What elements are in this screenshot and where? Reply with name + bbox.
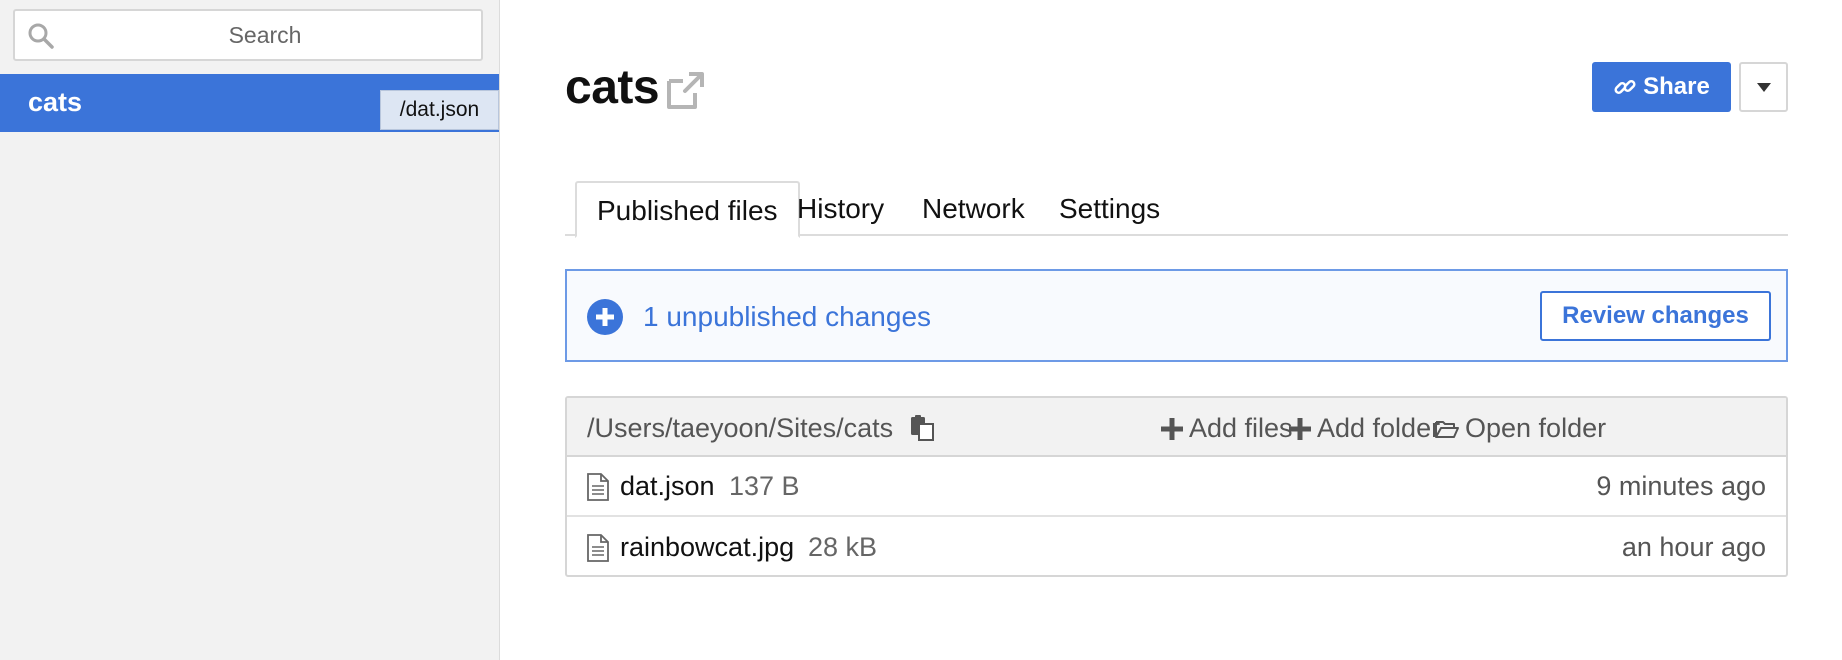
- main-content: cats Share Published files History Netwo…: [565, 0, 1788, 660]
- tab-settings[interactable]: Settings: [1059, 181, 1160, 236]
- external-link-icon[interactable]: [665, 71, 707, 111]
- search-icon: [28, 23, 54, 49]
- review-changes-button[interactable]: Review changes: [1540, 291, 1771, 341]
- unpublished-notice: 1 unpublished changes Review changes: [565, 269, 1788, 362]
- add-files-label: Add files: [1189, 413, 1293, 443]
- open-folder-button[interactable]: Open folder: [1435, 413, 1606, 444]
- tab-network[interactable]: Network: [922, 181, 1025, 236]
- search-box[interactable]: [13, 9, 483, 61]
- caret-down-icon: [1756, 82, 1771, 92]
- add-folder-button[interactable]: Add folder: [1289, 413, 1440, 444]
- clipboard-icon[interactable]: [909, 415, 935, 441]
- sidebar-item-cats[interactable]: cats /dat.json: [0, 74, 499, 132]
- plus-circle-icon: [587, 299, 623, 335]
- share-dropdown-button[interactable]: [1739, 62, 1788, 112]
- sidebar-item-label: cats: [28, 87, 83, 117]
- file-icon: [587, 473, 609, 501]
- page-title: cats: [565, 61, 660, 114]
- app-window: cats /dat.json cats Share Published file…: [0, 0, 1842, 660]
- share-button[interactable]: Share: [1592, 62, 1731, 112]
- unpublished-count: 1 unpublished changes: [643, 301, 932, 332]
- path-tooltip: /dat.json: [380, 90, 499, 130]
- tab-published-files[interactable]: Published files: [575, 181, 800, 238]
- file-modified: an hour ago: [1621, 532, 1766, 562]
- search-input[interactable]: [65, 11, 465, 59]
- file-list-header: /Users/taeyoon/Sites/cats Add files Add …: [567, 398, 1786, 457]
- folder-path: /Users/taeyoon/Sites/cats: [587, 413, 894, 443]
- plus-icon: [1161, 417, 1183, 440]
- link-icon: [1614, 79, 1636, 95]
- add-folder-label: Add folder: [1317, 413, 1441, 443]
- file-name[interactable]: rainbowcat.jpg: [620, 532, 794, 563]
- file-modified: 9 minutes ago: [1596, 471, 1766, 501]
- file-row-rainbowcat-jpg[interactable]: rainbowcat.jpg 28 kB an hour ago: [567, 518, 1786, 575]
- folder-open-icon: [1435, 420, 1459, 438]
- share-button-label: Share: [1643, 73, 1710, 100]
- plus-icon: [1289, 417, 1311, 440]
- file-name[interactable]: dat.json: [620, 471, 715, 502]
- file-size: 137 B: [729, 471, 800, 501]
- tab-bar: Published files History Network Settings: [565, 181, 1788, 238]
- tab-history[interactable]: History: [797, 181, 884, 236]
- sidebar: cats /dat.json: [0, 0, 500, 660]
- open-folder-label: Open folder: [1465, 413, 1607, 443]
- file-row-dat-json[interactable]: dat.json 137 B 9 minutes ago: [567, 457, 1786, 517]
- file-icon: [587, 534, 609, 562]
- add-files-button[interactable]: Add files: [1161, 413, 1293, 444]
- file-list: /Users/taeyoon/Sites/cats Add files Add …: [565, 396, 1788, 577]
- file-size: 28 kB: [808, 532, 878, 562]
